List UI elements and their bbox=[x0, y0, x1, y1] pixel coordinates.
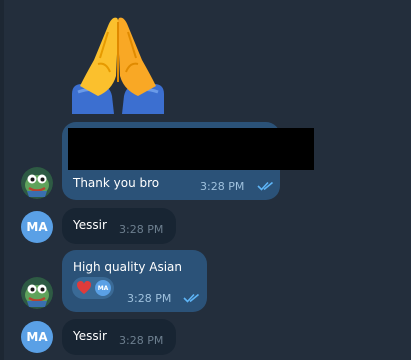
message-bubble[interactable]: High quality Asian MA 3:28 PM bbox=[62, 250, 207, 312]
message-bubble[interactable]: Thank you bro 3:28 PM bbox=[62, 122, 314, 200]
message-time: 3:28 PM bbox=[200, 180, 245, 193]
window-edge bbox=[0, 0, 4, 360]
message-bubble[interactable]: Yessir 3:28 PM bbox=[62, 319, 176, 355]
pepe-frog-icon bbox=[21, 167, 53, 199]
pepe-avatar[interactable] bbox=[21, 167, 53, 199]
heart-icon bbox=[76, 280, 92, 294]
redacted-block bbox=[68, 128, 314, 170]
read-checkmark-icon bbox=[183, 293, 200, 303]
message-time: 3:28 PM bbox=[119, 223, 164, 236]
avatar-ma[interactable]: MA bbox=[21, 321, 53, 353]
message-text: Thank you bro bbox=[73, 176, 160, 190]
reaction-chip[interactable]: MA bbox=[72, 277, 114, 299]
message-time: 3:28 PM bbox=[119, 334, 164, 347]
message-text: Yessir bbox=[73, 329, 107, 343]
message-time: 3:28 PM bbox=[127, 292, 172, 305]
message-bubble[interactable]: Yessir 3:28 PM bbox=[62, 208, 176, 244]
pepe-frog-icon bbox=[21, 277, 53, 309]
avatar-ma[interactable]: MA bbox=[21, 211, 53, 243]
message-text: Yessir bbox=[73, 218, 107, 232]
folded-hands-sticker[interactable] bbox=[68, 12, 168, 114]
read-checkmark-icon bbox=[257, 181, 274, 191]
reaction-avatar: MA bbox=[95, 280, 111, 296]
pepe-avatar[interactable] bbox=[21, 277, 53, 309]
message-text: High quality Asian bbox=[73, 260, 183, 274]
